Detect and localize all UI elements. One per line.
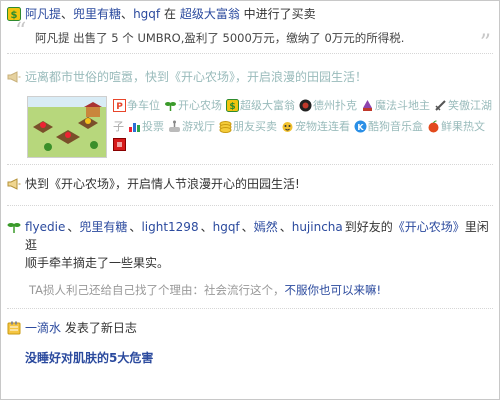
app-list: P 争车位 开心农场 $ 超级大富翁 德州扑克 魔法斗地主 笑傲江湖 子 投票 游戏…	[113, 96, 493, 158]
app-pet-match[interactable]: 宠物连连看	[281, 117, 350, 136]
app-xianguo[interactable]: 鲜果热文	[427, 117, 485, 136]
end-text: 中进行了买卖	[243, 7, 316, 21]
megaphone-icon	[7, 70, 21, 84]
app-red-square[interactable]	[113, 138, 126, 151]
megaphone-icon	[7, 177, 21, 191]
app-link-farm[interactable]: 《开心农场》	[393, 220, 465, 234]
actor-link[interactable]: light1298	[141, 220, 198, 234]
news-feed: $ 阿凡提、兜里有糖、hgqf 在 超级大富翁 中进行了买卖 “ 阿凡提 出售了…	[1, 1, 499, 372]
trade-line: 阿凡提、兜里有糖、hgqf 在 超级大富翁 中进行了买卖	[25, 7, 316, 21]
feed-item-farm-visit: flyedie 、兜里有糖 、light1298 、hgqf 、嫣然 、hujincha 到…	[7, 206, 493, 309]
blog-author-link[interactable]: 一滴水	[25, 321, 61, 335]
app-friend-trade[interactable]: 朋友买卖	[219, 117, 277, 136]
actor-link[interactable]: 阿凡提	[25, 7, 61, 21]
actor-link[interactable]: 兜里有糖	[79, 220, 127, 234]
quote-text: 阿凡提 出售了 5 个 UMBRO,盈利了 5000万元，缴纳了 0万元的所得税…	[35, 31, 405, 45]
feed-item-blog: 一滴水 发表了新日志 没睡好对肌肤的5大危害	[7, 309, 493, 372]
reason-link[interactable]: 不服你也可以来嘛!	[285, 283, 382, 297]
parking-icon: P	[113, 99, 126, 112]
action-line2: 顺手牵羊摘走了一些果实。	[25, 256, 170, 270]
app-kugou[interactable]: K 酷狗音乐盒	[354, 117, 423, 136]
blog-note-icon	[7, 321, 21, 335]
actor-list: flyedie 、兜里有糖 、light1298 、hgqf 、嫣然 、hujincha	[25, 220, 343, 234]
actor-link[interactable]: hgqf	[213, 220, 240, 234]
wizard-icon	[361, 99, 374, 112]
bar-chart-icon	[128, 120, 141, 133]
app-wrap-text: 子	[113, 120, 124, 133]
svg-text:P: P	[116, 102, 123, 112]
app-vote[interactable]: 投票	[128, 117, 164, 136]
poker-chip-icon	[299, 99, 312, 112]
farm-visit-text: flyedie 、兜里有糖 、light1298 、hgqf 、嫣然 、hujincha 到…	[25, 218, 493, 272]
app-parking[interactable]: P 争车位	[113, 96, 160, 115]
blog-action-text: 发表了新日志	[64, 321, 137, 335]
visit-reason: TA损人利己还给自己找了个理由：社会流行这个，不服你也可以来嘛!	[29, 282, 493, 298]
svg-text:$: $	[229, 102, 235, 112]
actor-link[interactable]: 嫣然	[254, 220, 278, 234]
svg-text:K: K	[357, 123, 364, 132]
recommend-block: P 争车位 开心农场 $ 超级大富翁 德州扑克 魔法斗地主 笑傲江湖 子 投票 游戏…	[27, 96, 493, 158]
mid-text: 在	[163, 7, 176, 21]
blog-title-link-wrap: 没睡好对肌肤的5大危害	[25, 349, 493, 366]
actor-link[interactable]: hujincha	[292, 220, 343, 234]
app-link-dafuweng[interactable]: 超级大富翁	[180, 7, 240, 21]
app-jianghu[interactable]: 笑傲江湖	[434, 96, 492, 115]
action-prefix: 到好友的	[344, 220, 393, 234]
pet-icon	[281, 120, 294, 133]
sprout-icon	[164, 99, 177, 112]
farm-promo-link[interactable]: 快到《开心农场》，开启情人节浪漫开心的田园生活!	[25, 175, 300, 193]
blog-title-link[interactable]: 没睡好对肌肤的5大危害	[25, 351, 153, 365]
actor-link[interactable]: 兜里有糖	[73, 7, 121, 21]
farm-thumbnail-image[interactable]	[27, 96, 107, 158]
music-k-icon: K	[354, 120, 367, 133]
close-quote-icon: ”	[479, 31, 491, 56]
reason-text: TA损人利己还给自己找了个理由：社会流行这个，	[29, 283, 285, 297]
app-poker[interactable]: 德州扑克	[299, 96, 357, 115]
feed-item-broadcast: 远离都市世俗的喧嚣，快到《开心农场》，开启浪漫的田园生活！ P 争车位 开心农场…	[7, 54, 493, 165]
joystick-icon	[168, 120, 181, 133]
app-arcade[interactable]: 游戏厅	[168, 117, 215, 136]
app-doudizhu[interactable]: 魔法斗地主	[361, 96, 430, 115]
broadcast-headline[interactable]: 远离都市世俗的喧嚣，快到《开心农场》，开启浪漫的田园生活！	[25, 68, 367, 86]
feed-item-farm-promo: 快到《开心农场》，开启情人节浪漫开心的田园生活!	[7, 165, 493, 206]
trade-quote: “ 阿凡提 出售了 5 个 UMBRO,盈利了 5000万元，缴纳了 0万元的所…	[15, 21, 491, 55]
feed-item-trade: $ 阿凡提、兜里有糖、hgqf 在 超级大富翁 中进行了买卖 “ 阿凡提 出售了…	[7, 1, 493, 55]
sword-icon	[434, 99, 447, 112]
actor-link[interactable]: flyedie	[25, 220, 65, 234]
actor-link[interactable]: hgqf	[133, 7, 160, 21]
app-farm[interactable]: 开心农场	[164, 96, 222, 115]
coin-icon	[219, 120, 232, 133]
app-dafuweng[interactable]: $ 超级大富翁	[226, 96, 295, 115]
red-square-icon	[113, 138, 126, 151]
apple-icon	[427, 120, 440, 133]
sprout-icon	[7, 220, 21, 234]
money-icon: $	[226, 99, 239, 112]
open-quote-icon: “	[15, 19, 27, 44]
